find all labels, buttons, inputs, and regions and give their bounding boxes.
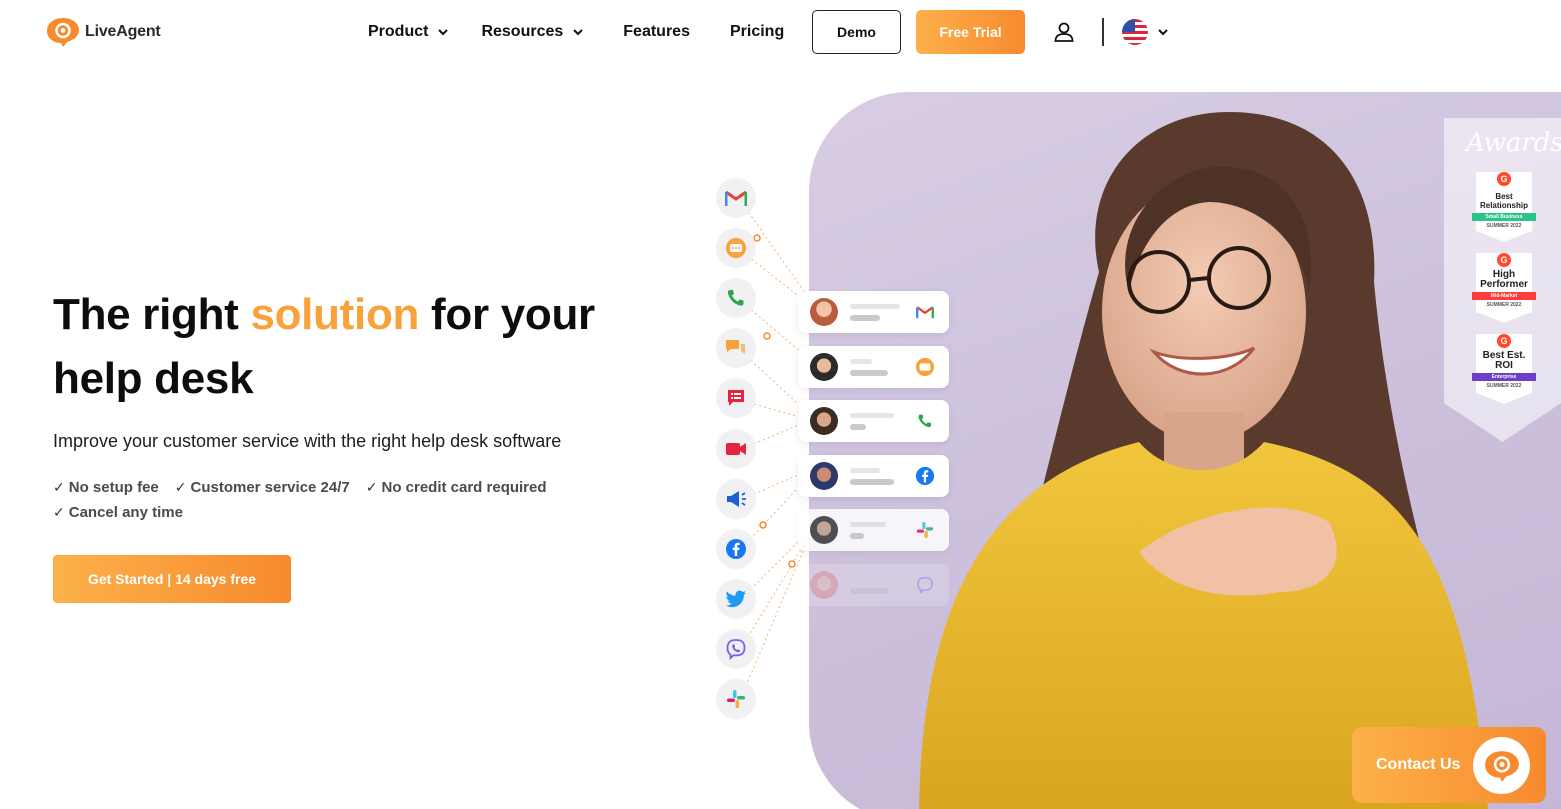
avatar bbox=[810, 298, 838, 326]
badge-title: Best Relationship bbox=[1479, 192, 1528, 210]
check-label: No setup fee bbox=[68, 479, 159, 496]
nav-features-label: Features bbox=[623, 23, 690, 40]
phone-icon[interactable] bbox=[716, 278, 756, 318]
video-icon[interactable] bbox=[716, 429, 756, 469]
language-selector[interactable] bbox=[1122, 19, 1170, 45]
ticket-card bbox=[798, 346, 949, 388]
ticket-placeholder-lines bbox=[850, 467, 904, 485]
gmail-icon bbox=[915, 302, 935, 322]
chevron-down-icon bbox=[573, 29, 583, 36]
awards-panel: Awards G Best Relationship Small Busines… bbox=[1444, 118, 1561, 442]
check-item: ✓ Cancel any time bbox=[53, 504, 183, 521]
free-trial-button[interactable]: Free Trial bbox=[916, 10, 1025, 54]
badge-title: High Performer bbox=[1480, 269, 1528, 290]
logo-icon bbox=[47, 18, 79, 47]
check-item: ✓ No setup fee bbox=[53, 479, 159, 496]
avatar bbox=[810, 516, 838, 544]
chevron-down-icon bbox=[438, 29, 449, 36]
hero-subtitle: Improve your customer service with the r… bbox=[53, 431, 562, 451]
check-item: ✓ Customer service 24/7 bbox=[175, 479, 350, 496]
demo-button[interactable]: Demo bbox=[812, 10, 901, 54]
facebook-icon bbox=[915, 466, 935, 486]
badge-ribbon: Mid-Market bbox=[1472, 292, 1536, 300]
slack-icon bbox=[915, 520, 935, 540]
forms-icon[interactable] bbox=[716, 378, 756, 418]
ticket-card bbox=[798, 455, 949, 497]
hero-title: The right solution for your help desk bbox=[53, 283, 613, 411]
badge-ribbon: Enterprise bbox=[1472, 373, 1536, 381]
badge-season: SUMMER 2022 bbox=[1486, 223, 1522, 229]
feature-checklist: ✓ No setup fee ✓ Customer service 24/7 ✓ No… bbox=[53, 479, 613, 521]
nav-pricing-label: Pricing bbox=[729, 23, 785, 40]
ticket-placeholder-lines bbox=[850, 521, 904, 539]
main-nav: Product Resources Features Pricing bbox=[368, 10, 784, 54]
nav-product-label: Product bbox=[368, 23, 429, 40]
gmail-icon[interactable] bbox=[716, 178, 756, 218]
nav-resources[interactable]: Resources bbox=[481, 23, 585, 41]
twitter-icon[interactable] bbox=[716, 579, 756, 619]
checkmark-icon: ✓ bbox=[53, 479, 65, 495]
checkmark-icon: ✓ bbox=[365, 479, 378, 495]
ticket-placeholder-lines bbox=[850, 303, 904, 321]
ticket-card bbox=[798, 400, 949, 442]
contact-us-label: Contact Us bbox=[1376, 756, 1461, 773]
ticket-placeholder-lines bbox=[850, 358, 904, 376]
avatar bbox=[810, 407, 838, 435]
ticket-placeholder-lines bbox=[850, 576, 904, 594]
check-item: ✓ No credit card required bbox=[366, 479, 547, 496]
awards-title: Awards bbox=[1466, 128, 1561, 158]
contact-us-button[interactable]: Contact Us bbox=[1352, 727, 1546, 803]
ticket-card bbox=[798, 564, 949, 606]
nav-product[interactable]: Product bbox=[368, 23, 450, 41]
chevron-down-icon bbox=[1158, 29, 1168, 36]
g2-logo-icon: G bbox=[1497, 172, 1511, 186]
chat-icon[interactable] bbox=[716, 228, 756, 268]
ticket-placeholder-lines bbox=[850, 412, 904, 430]
avatar bbox=[810, 571, 838, 599]
nav-pricing[interactable]: Pricing bbox=[730, 23, 784, 41]
nav-divider bbox=[1102, 18, 1104, 46]
viber-icon bbox=[915, 575, 935, 595]
ticket-card bbox=[798, 291, 949, 333]
badge-season: SUMMER 2022 bbox=[1486, 383, 1522, 389]
nav-features[interactable]: Features bbox=[623, 23, 690, 41]
chat-bubble-icon bbox=[1473, 737, 1530, 794]
checkmark-icon: ✓ bbox=[53, 504, 65, 520]
avatar bbox=[810, 462, 838, 490]
phone-icon bbox=[915, 411, 935, 431]
hero-title-accent: solution bbox=[250, 290, 420, 339]
award-badge: G High Performer Mid-Market SUMMER 2022 bbox=[1472, 253, 1536, 323]
checkmark-icon: ✓ bbox=[174, 479, 187, 495]
check-label: No credit card required bbox=[381, 479, 547, 496]
hero-title-start: The right bbox=[53, 290, 251, 339]
get-started-button[interactable]: Get Started | 14 days free bbox=[53, 555, 291, 603]
award-badge: G Best Est. ROI Enterprise SUMMER 2022 bbox=[1472, 334, 1536, 404]
facebook-icon[interactable] bbox=[716, 529, 756, 569]
badge-season: SUMMER 2022 bbox=[1486, 302, 1522, 308]
badge-ribbon: Small Business bbox=[1472, 213, 1536, 221]
avatar bbox=[810, 353, 838, 381]
logo-text: LiveAgent bbox=[85, 23, 161, 40]
messages-icon[interactable] bbox=[716, 328, 756, 368]
g2-logo-icon: G bbox=[1497, 334, 1511, 348]
nav-resources-label: Resources bbox=[481, 23, 564, 40]
chat-icon bbox=[915, 357, 935, 377]
slack-icon[interactable] bbox=[716, 679, 756, 719]
page: LiveAgent Product Resources Features Pri… bbox=[0, 0, 1561, 809]
viber-icon[interactable] bbox=[716, 629, 756, 669]
g2-logo-icon: G bbox=[1497, 253, 1511, 267]
check-label: Cancel any time bbox=[68, 504, 183, 521]
user-icon[interactable] bbox=[1052, 20, 1076, 44]
liveagent-logo[interactable]: LiveAgent bbox=[45, 16, 161, 48]
award-badge: G Best Relationship Small Business SUMME… bbox=[1472, 172, 1536, 242]
badge-title: Best Est. ROI bbox=[1482, 350, 1526, 371]
megaphone-icon[interactable] bbox=[716, 479, 756, 519]
ticket-card bbox=[798, 509, 949, 551]
us-flag-icon bbox=[1122, 19, 1148, 45]
check-label: Customer service 24/7 bbox=[190, 479, 350, 496]
